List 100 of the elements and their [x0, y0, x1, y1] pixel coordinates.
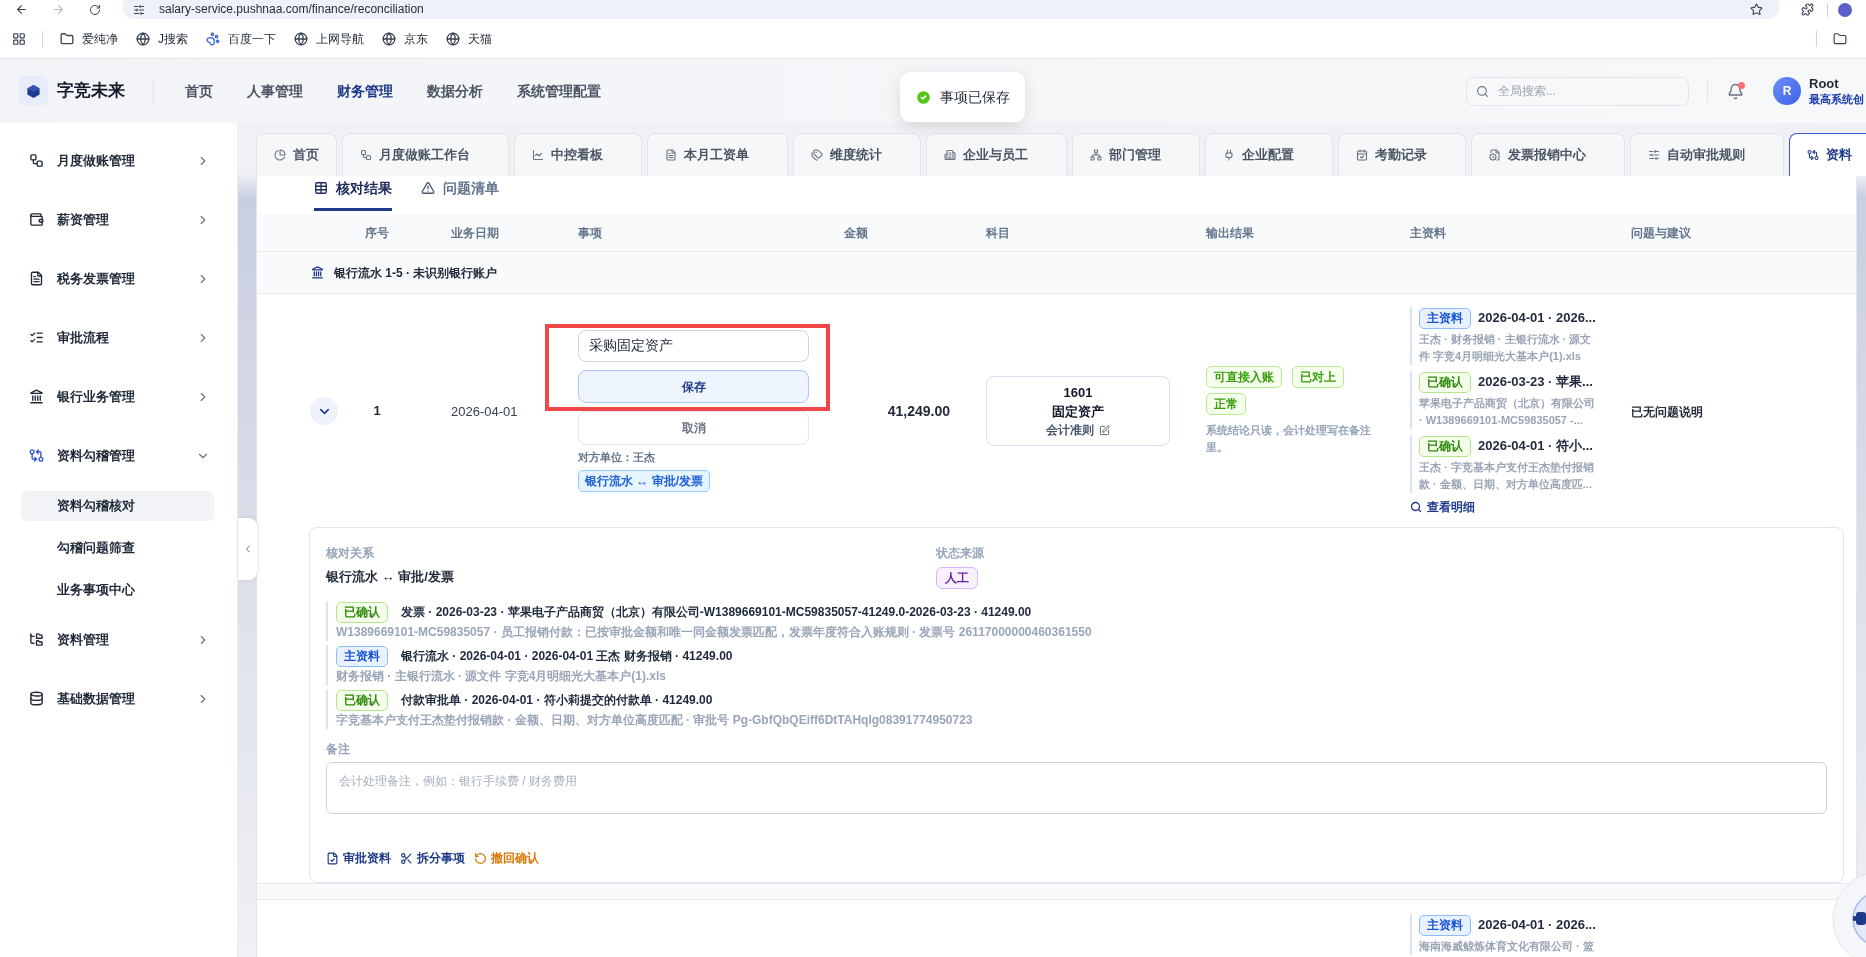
page-tab[interactable]: 企业与员工: [926, 133, 1067, 176]
page-tab[interactable]: 考勤记录: [1338, 133, 1466, 176]
page-tab[interactable]: 自动审批规则: [1630, 133, 1784, 176]
item-input[interactable]: 采购固定资产: [578, 330, 809, 362]
account-name: 固定资产: [1052, 402, 1104, 421]
flow-nodes-icon: [360, 149, 372, 161]
nav-tab[interactable]: 系统管理配置: [500, 80, 618, 102]
column-header: 问题与建议: [1631, 224, 1691, 242]
page-tab[interactable]: 首页: [256, 133, 337, 176]
back-icon[interactable]: [15, 3, 28, 16]
status-badge: 主资料: [1419, 307, 1471, 329]
globe-icon: [446, 31, 460, 46]
folder-icon[interactable]: [1833, 31, 1847, 46]
sidebar-item[interactable]: 审批流程: [0, 308, 237, 367]
relation-text: 银行流水 ↔ 审批/发票: [326, 568, 454, 586]
undo-icon: [474, 851, 487, 865]
sidebar-subitem[interactable]: 业务事项中心: [21, 575, 214, 605]
sidebar-subitem[interactable]: 资料勾稽核对: [21, 491, 214, 521]
user-role: 最高系统创: [1809, 92, 1864, 106]
address-bar[interactable]: salary-service.pushnaa.com/finance/reconciliation: [123, 0, 1779, 19]
bookmark-link[interactable]: 天猫: [446, 29, 492, 48]
nav-tab[interactable]: 人事管理: [230, 80, 320, 102]
column-header: 金额: [844, 224, 868, 242]
page-tab[interactable]: 本月工资单: [647, 133, 788, 176]
sliders-icon[interactable]: [133, 3, 145, 16]
page-tab[interactable]: 企业配置: [1205, 133, 1333, 176]
bank-icon: [311, 266, 324, 279]
result-tag: 正常: [1206, 393, 1246, 415]
field-label: 备注: [326, 741, 350, 757]
globe-icon: [136, 31, 150, 46]
nav-tab[interactable]: 首页: [168, 80, 230, 102]
user-avatar[interactable]: R: [1773, 77, 1801, 105]
save-button[interactable]: 保存: [578, 370, 809, 403]
brand-name: 字竞未来: [57, 80, 125, 103]
sliders-icon: [1648, 149, 1660, 161]
org-chart-icon: [1090, 149, 1102, 161]
page-tab[interactable]: 维度统计: [793, 133, 921, 176]
sidebar-item[interactable]: 资料管理: [0, 610, 237, 669]
sidebar-item[interactable]: 基础数据管理: [0, 669, 237, 728]
action-link[interactable]: 拆分事项: [400, 850, 465, 866]
sidebar-item[interactable]: 薪资管理: [0, 190, 237, 249]
view-tab[interactable]: 核对结果: [314, 180, 392, 211]
puzzle-icon[interactable]: [1801, 3, 1814, 16]
expand-row-button[interactable]: [310, 397, 338, 425]
reload-icon[interactable]: [89, 3, 101, 16]
profile-circle-icon[interactable]: [1838, 2, 1852, 17]
scissors-icon: [400, 851, 413, 865]
result-note: 系统结论只读，会计处理写在备注里。: [1206, 423, 1372, 455]
record-detail: 苹果电子产品商贸（北京）有限公司 · W1389669101-MC59835057 -...: [1419, 396, 1596, 428]
remark-field[interactable]: 会计处理备注，例如：银行手续费 / 财务费用: [326, 762, 1827, 814]
view-tab[interactable]: 问题清单: [421, 180, 499, 211]
star-icon[interactable]: [1750, 3, 1763, 16]
line-chart-icon: [532, 149, 544, 161]
globe-icon: [382, 31, 396, 46]
sidebar-item[interactable]: 银行业务管理: [0, 367, 237, 426]
evidence-title: 付款审批单 · 2026-04-01 · 符小莉提交的付款单 · 41249.00: [401, 692, 713, 709]
field-label: 核对关系: [326, 545, 374, 561]
bookmark-link[interactable]: 百度一下: [206, 29, 276, 48]
page-tab[interactable]: 资料: [1789, 133, 1866, 176]
sidebar-item[interactable]: 税务发票管理: [0, 249, 237, 308]
account-code: 1601: [1063, 383, 1093, 402]
checklist-icon: [29, 330, 44, 345]
record-detail: 王杰 · 财务报销 · 主银行流水 · 源文件 字竞4月明细光大基本户(1).xls: [1419, 332, 1593, 364]
record-title: 2026-04-01 · 符小...: [1478, 437, 1593, 456]
bell-icon[interactable]: [1727, 82, 1744, 100]
cube-logo-icon: [18, 76, 48, 106]
evidence-title: 银行流水 · 2026-04-01 · 2026-04-01 王杰 财务报销 · 41249.00: [401, 648, 733, 665]
nav-tab[interactable]: 财务管理: [320, 80, 410, 102]
cancel-button[interactable]: 取消: [578, 411, 809, 445]
sidebar-subitem[interactable]: 勾稽问题筛查: [21, 533, 214, 563]
toast-message: 事项已保存: [940, 87, 1010, 107]
tags-icon: [811, 149, 823, 161]
column-header: 序号: [365, 224, 389, 242]
bookmark-link[interactable]: J搜索: [136, 29, 188, 48]
sidebar-item[interactable]: 月度做账管理: [0, 131, 237, 190]
assistant-bot-icon[interactable]: [1832, 871, 1866, 957]
bookmark-link[interactable]: 上网导航: [294, 29, 364, 48]
page-tab[interactable]: 月度做账工作台: [342, 133, 509, 176]
page-tab[interactable]: 中控看板: [514, 133, 642, 176]
building-icon: [944, 149, 956, 161]
action-link[interactable]: 审批资料: [326, 850, 391, 866]
record-title: 2026-04-01 · 2026...: [1478, 916, 1596, 935]
compare-arrows-icon: [29, 448, 44, 463]
file-clock-icon: [1489, 149, 1501, 161]
search-field[interactable]: 全局搜索...: [1466, 76, 1689, 106]
page-tab[interactable]: 发票报销中心: [1471, 133, 1625, 176]
standard-edit-link[interactable]: 会计准则: [1046, 420, 1110, 440]
page-tab[interactable]: 部门管理: [1072, 133, 1200, 176]
bookmark-link[interactable]: 京东: [382, 29, 428, 48]
row-number: 1: [373, 402, 381, 421]
nav-tab[interactable]: 数据分析: [410, 80, 500, 102]
folder-tree-icon: [29, 632, 44, 647]
view-detail-link[interactable]: 查看明细: [1410, 499, 1475, 515]
sidebar-item[interactable]: 资料勾稽管理: [0, 426, 237, 485]
apps-grid-icon[interactable]: [12, 31, 26, 46]
source-badge: 人工: [936, 567, 978, 589]
record-title: 2026-04-01 · 2026...: [1478, 309, 1596, 328]
result-tag: 可直接入账: [1206, 366, 1282, 388]
bookmark-link[interactable]: 爱纯净: [60, 29, 118, 48]
warning-icon: [421, 181, 435, 195]
